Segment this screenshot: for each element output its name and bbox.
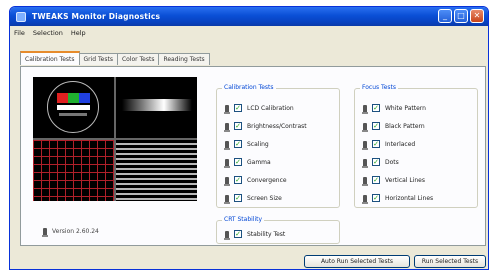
menu-selection[interactable]: Selection xyxy=(33,29,63,37)
lightbulb-icon xyxy=(224,122,230,132)
lightbulb-icon xyxy=(362,194,368,204)
test-convergence[interactable]: ✓ Convergence xyxy=(224,175,287,186)
lightbulb-icon xyxy=(362,122,368,132)
tab-calibration-tests[interactable]: Calibration Tests xyxy=(20,51,80,65)
calibration-tests-group: Calibration Tests ✓ LCD Calibration ✓ Br… xyxy=(216,84,340,208)
version-label: Version 2.60.24 xyxy=(52,228,99,235)
tab-grid-tests[interactable]: Grid Tests xyxy=(78,53,118,65)
test-horizontal-lines[interactable]: ✓ Horizontal Lines xyxy=(362,193,433,204)
title-bar[interactable]: TWEAKS Monitor Diagnostics _ □ ✕ xyxy=(10,7,488,26)
preview-lines xyxy=(116,140,197,201)
checkbox[interactable]: ✓ xyxy=(372,158,380,166)
test-preview-image xyxy=(33,77,197,201)
preview-color-bars xyxy=(33,77,114,138)
checkbox[interactable]: ✓ xyxy=(372,122,380,130)
menu-help[interactable]: Help xyxy=(71,29,86,37)
lightbulb-icon xyxy=(224,140,230,150)
checkbox[interactable]: ✓ xyxy=(372,194,380,202)
checkbox[interactable]: ✓ xyxy=(234,176,242,184)
checkbox[interactable]: ✓ xyxy=(234,194,242,202)
preview-gradient xyxy=(116,77,197,138)
maximize-button[interactable]: □ xyxy=(454,9,468,23)
lightbulb-icon xyxy=(362,104,368,114)
checkbox[interactable]: ✓ xyxy=(372,104,380,112)
checkbox[interactable]: ✓ xyxy=(372,176,380,184)
minimize-button[interactable]: _ xyxy=(438,9,452,23)
test-dots[interactable]: ✓ Dots xyxy=(362,157,399,168)
app-icon xyxy=(16,11,26,22)
test-screen-size[interactable]: ✓ Screen Size xyxy=(224,193,282,204)
checkbox[interactable]: ✓ xyxy=(234,104,242,112)
test-scaling[interactable]: ✓ Scaling xyxy=(224,139,269,150)
app-window: TWEAKS Monitor Diagnostics _ □ ✕ File Se… xyxy=(9,6,489,270)
test-white-pattern[interactable]: ✓ White Pattern xyxy=(362,103,426,114)
test-stability[interactable]: ✓ Stability Test xyxy=(224,229,285,240)
tab-color-tests[interactable]: Color Tests xyxy=(116,53,160,65)
version-info: Version 2.60.24 xyxy=(42,228,99,237)
checkbox[interactable]: ✓ xyxy=(234,140,242,148)
lightbulb-icon xyxy=(224,104,230,114)
test-lcd-calibration[interactable]: ✓ LCD Calibration xyxy=(224,103,294,114)
tab-reading-tests[interactable]: Reading Tests xyxy=(158,53,210,65)
calibration-tests-title: Calibration Tests xyxy=(222,84,276,91)
focus-tests-group: Focus Tests ✓ White Pattern ✓ Black Patt… xyxy=(354,84,478,208)
crt-stability-title: CRT Stability xyxy=(222,216,265,223)
lightbulb-icon xyxy=(224,176,230,186)
tab-strip: Calibration Tests Grid Tests Color Tests… xyxy=(20,51,210,65)
preview-grid xyxy=(33,140,114,201)
crt-stability-group: CRT Stability ✓ Stability Test xyxy=(216,216,340,244)
focus-tests-title: Focus Tests xyxy=(360,84,398,91)
lightbulb-icon xyxy=(362,140,368,150)
lightbulb-icon xyxy=(362,176,368,186)
lightbulb-icon xyxy=(224,194,230,204)
window-title: TWEAKS Monitor Diagnostics xyxy=(32,12,161,21)
lightbulb-icon xyxy=(362,158,368,168)
calibration-tab-panel: Version 2.60.24 Calibration Tests ✓ LCD … xyxy=(20,66,486,246)
menu-file[interactable]: File xyxy=(14,29,25,37)
checkbox[interactable]: ✓ xyxy=(234,230,242,238)
checkbox[interactable]: ✓ xyxy=(372,140,380,148)
auto-run-selected-tests-button[interactable]: Auto Run Selected Tests xyxy=(304,255,410,268)
test-interlaced[interactable]: ✓ Interlaced xyxy=(362,139,415,150)
checkbox[interactable]: ✓ xyxy=(234,122,242,130)
lightbulb-icon xyxy=(42,228,48,237)
run-selected-tests-button[interactable]: Run Selected Tests xyxy=(414,255,486,268)
test-brightness-contrast[interactable]: ✓ Brightness/Contrast xyxy=(224,121,307,132)
close-button[interactable]: ✕ xyxy=(470,9,484,23)
lightbulb-icon xyxy=(224,158,230,168)
test-black-pattern[interactable]: ✓ Black Pattern xyxy=(362,121,425,132)
test-vertical-lines[interactable]: ✓ Vertical Lines xyxy=(362,175,425,186)
lightbulb-icon xyxy=(224,230,230,240)
test-gamma[interactable]: ✓ Gamma xyxy=(224,157,271,168)
menu-bar: File Selection Help xyxy=(10,26,488,39)
checkbox[interactable]: ✓ xyxy=(234,158,242,166)
